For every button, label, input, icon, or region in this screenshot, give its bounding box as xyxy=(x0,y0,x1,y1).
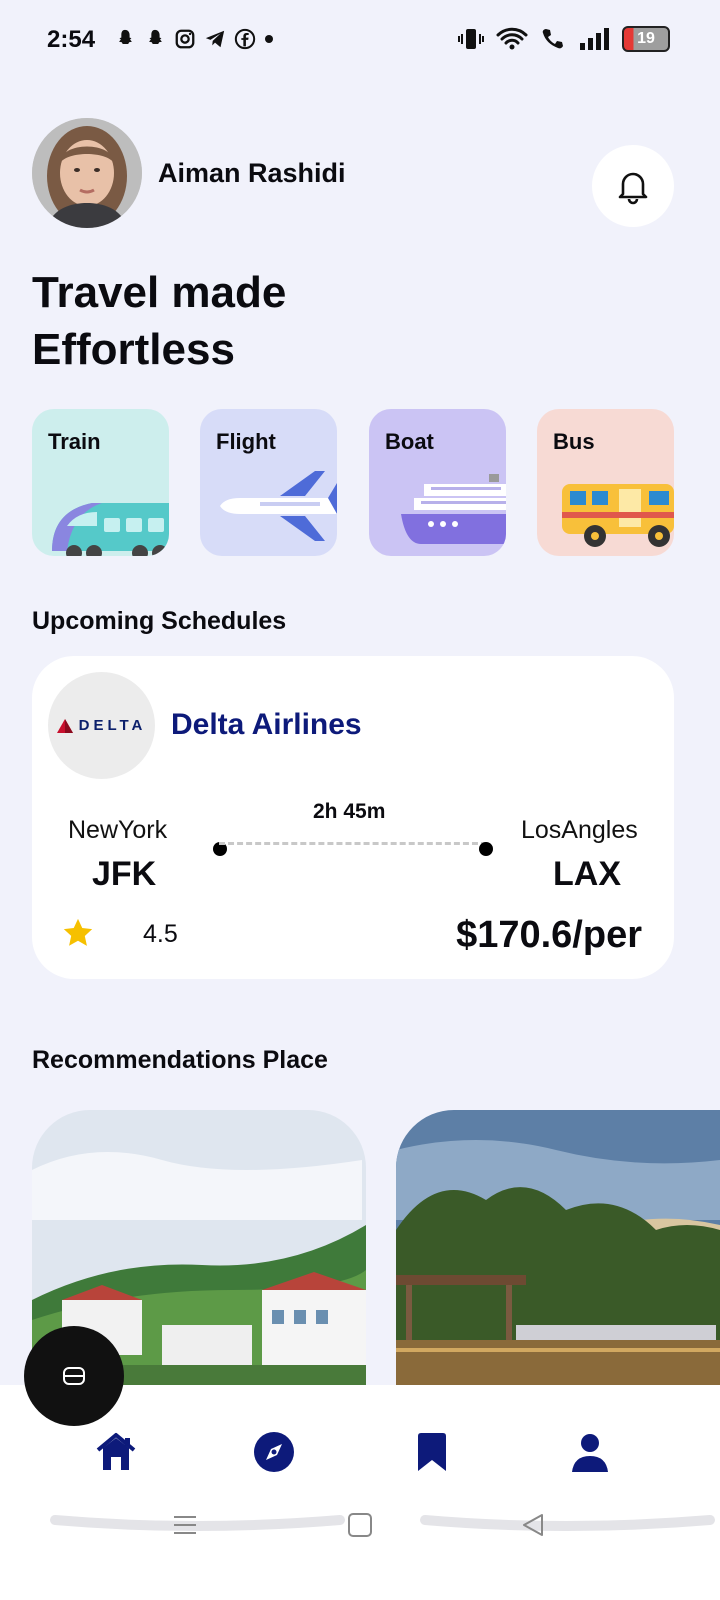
notification-icons xyxy=(114,28,274,50)
ticket-price: $170.6/per xyxy=(456,914,642,956)
home-icon xyxy=(96,1433,136,1470)
schedule-card[interactable]: DELTA Delta Airlines 2h 45m NewYork JFK … xyxy=(32,656,674,979)
compass-icon xyxy=(254,1432,294,1472)
battery-level: 19 xyxy=(637,30,655,47)
bell-icon xyxy=(618,172,648,205)
ship-icon xyxy=(401,474,506,544)
category-train[interactable]: Train xyxy=(32,409,169,556)
wifi-icon xyxy=(496,27,528,50)
category-flight[interactable]: Flight xyxy=(200,409,337,556)
airplane-icon xyxy=(220,471,337,541)
category-label: Flight xyxy=(216,429,276,454)
origin-code: JFK xyxy=(92,855,157,893)
profile-icon xyxy=(572,1434,608,1472)
status-time: 2:54 xyxy=(47,26,96,53)
star-icon xyxy=(63,918,93,946)
category-boat[interactable]: Boat xyxy=(369,409,506,556)
train-icon xyxy=(52,503,169,556)
wifi-call-icon xyxy=(542,29,563,49)
screen-toggle-icon xyxy=(63,1367,85,1385)
user-name: Aiman Rashidi xyxy=(158,158,346,188)
recommendations-title: Recommendations Place xyxy=(32,1046,328,1074)
nav-profile[interactable] xyxy=(566,1428,614,1476)
vibrate-icon xyxy=(458,29,484,49)
telegram-icon xyxy=(205,30,225,48)
battery-indicator: 19 xyxy=(622,26,670,52)
category-bus[interactable]: Bus xyxy=(537,409,674,556)
rating-value: 4.5 xyxy=(143,920,178,948)
category-label: Boat xyxy=(385,429,434,454)
upcoming-title: Upcoming Schedules xyxy=(32,607,287,635)
facebook-icon xyxy=(234,28,256,50)
avatar[interactable] xyxy=(32,118,142,228)
airline-logo: DELTA xyxy=(48,672,155,779)
snapchat-icon xyxy=(149,29,162,45)
nav-home[interactable] xyxy=(92,1428,140,1476)
destination-city: LosAngles xyxy=(521,816,638,844)
category-label: Train xyxy=(48,429,101,454)
delta-triangle-icon xyxy=(56,718,73,733)
snapchat-icon xyxy=(119,29,132,45)
nav-saved[interactable] xyxy=(408,1428,456,1476)
more-notifications-icon xyxy=(265,35,273,43)
destination-dot xyxy=(479,842,493,856)
notification-button[interactable] xyxy=(592,145,674,227)
system-icons: 19 xyxy=(458,26,670,52)
origin-city: NewYork xyxy=(68,816,168,844)
instagram-icon xyxy=(175,29,195,49)
bookmark-icon xyxy=(418,1433,446,1471)
user-photo xyxy=(32,118,142,228)
system-back-button[interactable] xyxy=(520,1512,546,1543)
category-label: Bus xyxy=(553,429,595,454)
nav-explore[interactable] xyxy=(250,1428,298,1476)
bottom-navigation xyxy=(0,1385,720,1600)
menu-icon xyxy=(174,1516,196,1534)
signal-icon xyxy=(580,28,609,50)
destination-code: LAX xyxy=(553,855,621,893)
square-icon xyxy=(348,1513,372,1537)
page-headline: Travel made Effortless xyxy=(32,268,287,374)
bus-icon xyxy=(562,484,674,547)
floating-screen-button[interactable] xyxy=(24,1326,124,1426)
place-photo-lake xyxy=(396,1110,720,1410)
place-card[interactable] xyxy=(396,1110,720,1410)
system-menu-button[interactable] xyxy=(172,1512,198,1543)
system-home-button[interactable] xyxy=(347,1512,373,1543)
airline-name: Delta Airlines xyxy=(171,708,362,741)
back-icon xyxy=(523,1514,543,1536)
route-line xyxy=(219,842,487,845)
flight-duration: 2h 45m xyxy=(313,800,386,823)
airline-logo-text: DELTA xyxy=(78,717,147,734)
